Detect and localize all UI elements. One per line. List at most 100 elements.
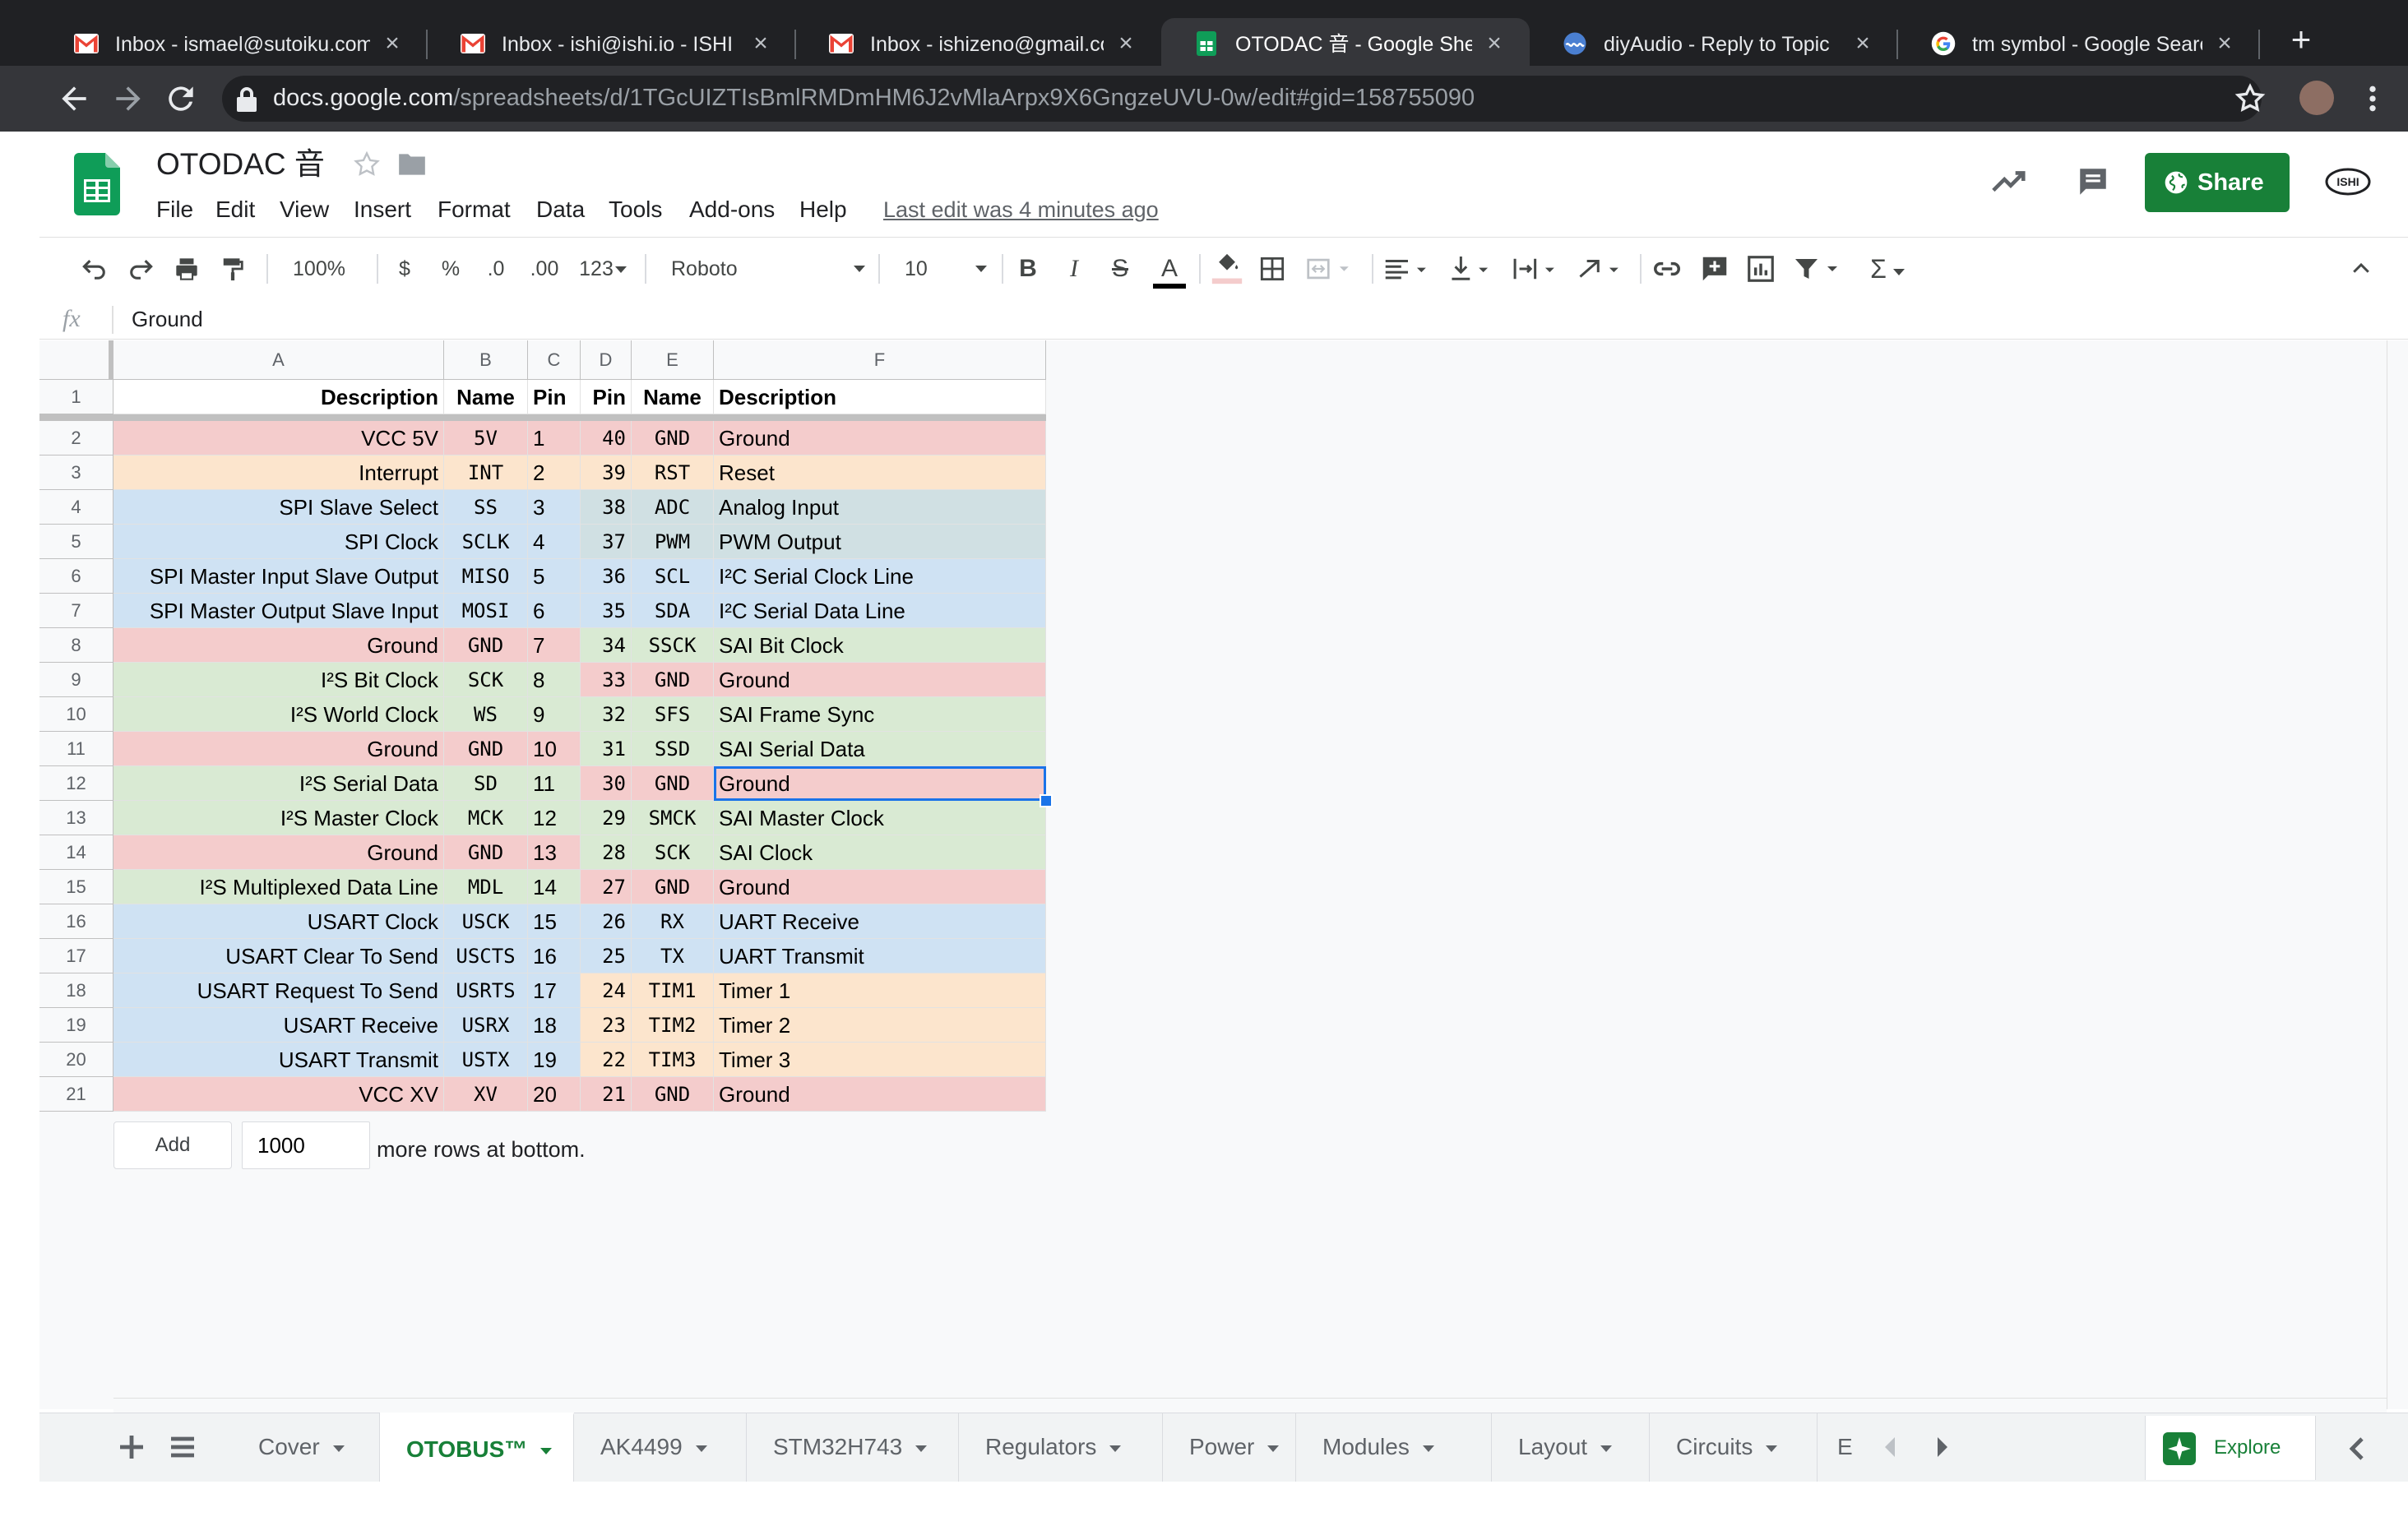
cell[interactable]: 1 (528, 421, 581, 455)
column-header-a[interactable]: A (113, 340, 444, 380)
header-cell[interactable]: Pin (581, 380, 632, 414)
cell[interactable]: MISO (444, 559, 528, 594)
cell[interactable]: 20 (528, 1077, 581, 1112)
row-header[interactable]: 7 (39, 594, 113, 628)
cell[interactable]: 30 (581, 766, 632, 801)
cell[interactable]: 11 (528, 766, 581, 801)
cell[interactable]: 34 (581, 628, 632, 663)
cell[interactable]: 3 (528, 490, 581, 525)
cell[interactable]: SS (444, 490, 528, 525)
row-header[interactable]: 8 (39, 628, 113, 663)
chevron-down-icon[interactable] (1267, 1445, 1280, 1452)
cell[interactable]: 23 (581, 1008, 632, 1043)
text-color-button[interactable]: A (1151, 238, 1188, 300)
close-tab-icon[interactable]: × (747, 30, 775, 58)
cell[interactable]: SCL (632, 559, 714, 594)
cell[interactable]: 21 (581, 1077, 632, 1112)
cell[interactable]: Reset (714, 455, 1046, 490)
merge-cells-icon[interactable] (1306, 238, 1359, 300)
cell[interactable]: 8 (528, 663, 581, 697)
cell[interactable]: 10 (528, 732, 581, 766)
cell[interactable]: USART Clock (113, 904, 444, 939)
cell[interactable]: 27 (581, 870, 632, 904)
cell[interactable]: RX (632, 904, 714, 939)
sheet-tab[interactable]: STM32H743 (747, 1413, 959, 1482)
cell[interactable]: MOSI (444, 594, 528, 628)
column-header-c[interactable]: C (528, 340, 581, 380)
cell[interactable]: Timer 2 (714, 1008, 1046, 1043)
cell[interactable]: MDL (444, 870, 528, 904)
insert-chart-icon[interactable] (1745, 238, 1781, 300)
column-header-b[interactable]: B (444, 340, 528, 380)
cell[interactable]: PWM (632, 525, 714, 559)
cell[interactable]: 16 (528, 939, 581, 973)
zoom-select[interactable]: 100% (278, 238, 360, 336)
vertical-scrollbar[interactable] (2387, 340, 2408, 1409)
cell[interactable]: SMCK (632, 801, 714, 835)
add-sheet-icon[interactable] (115, 1429, 148, 1465)
menu-insert[interactable]: Insert (354, 194, 411, 225)
cell[interactable]: TX (632, 939, 714, 973)
url-text[interactable]: docs.google.com/spreadsheets/d/1TGcUIZTI… (273, 79, 1475, 117)
menu-tools[interactable]: Tools (609, 194, 662, 225)
cell[interactable]: Timer 3 (714, 1043, 1046, 1077)
cell[interactable]: SAI Serial Data (714, 732, 1046, 766)
cell[interactable]: Ground (113, 732, 444, 766)
cell[interactable]: 4 (528, 525, 581, 559)
close-tab-icon[interactable]: × (1480, 30, 1508, 58)
profile-avatar[interactable] (2299, 81, 2334, 115)
cell[interactable]: 25 (581, 939, 632, 973)
cell[interactable]: GND (444, 835, 528, 870)
cell[interactable]: GND (632, 766, 714, 801)
chrome-menu-icon[interactable] (2360, 82, 2385, 115)
cell[interactable]: Ground (113, 628, 444, 663)
cell[interactable]: SAI Frame Sync (714, 697, 1046, 732)
filter-icon[interactable] (1793, 238, 1850, 300)
cell[interactable]: SAI Bit Clock (714, 628, 1046, 663)
chevron-down-icon[interactable] (915, 1445, 928, 1452)
cell[interactable]: USTX (444, 1043, 528, 1077)
cell[interactable]: USRTS (444, 973, 528, 1008)
cell[interactable]: WS (444, 697, 528, 732)
row-header[interactable]: 2 (39, 421, 113, 455)
menu-help[interactable]: Help (799, 194, 847, 225)
cell[interactable]: GND (444, 732, 528, 766)
row-header[interactable]: 11 (39, 732, 113, 766)
more-formats-select[interactable]: 123 (574, 238, 632, 300)
header-cell[interactable]: Description (714, 380, 1046, 414)
reload-icon[interactable] (163, 81, 199, 117)
cell[interactable]: TIM3 (632, 1043, 714, 1077)
cell[interactable]: USART Receive (113, 1008, 444, 1043)
cell[interactable]: UART Receive (714, 904, 1046, 939)
cell[interactable]: 33 (581, 663, 632, 697)
menu-data[interactable]: Data (536, 194, 585, 225)
cell[interactable]: SPI Clock (113, 525, 444, 559)
redo-icon[interactable] (127, 238, 160, 300)
cell[interactable]: 39 (581, 455, 632, 490)
cell[interactable]: TIM1 (632, 973, 714, 1008)
cell[interactable]: Ground (113, 835, 444, 870)
cell[interactable]: SAI Master Clock (714, 801, 1046, 835)
cell[interactable]: USART Request To Send (113, 973, 444, 1008)
currency-format-button[interactable]: $ (388, 238, 421, 300)
cell[interactable]: 28 (581, 835, 632, 870)
cell[interactable]: XV (444, 1077, 528, 1112)
cell[interactable]: USCTS (444, 939, 528, 973)
fill-handle[interactable] (1040, 794, 1053, 807)
cell[interactable]: 31 (581, 732, 632, 766)
cell[interactable]: 18 (528, 1008, 581, 1043)
sheets-logo-icon[interactable] (74, 153, 120, 215)
cell[interactable]: 5V (444, 421, 528, 455)
cell[interactable]: MCK (444, 801, 528, 835)
font-select[interactable]: Roboto (671, 238, 868, 300)
cell[interactable]: USART Transmit (113, 1043, 444, 1077)
last-edit-link[interactable]: Last edit was 4 minutes ago (883, 194, 1159, 225)
print-icon[interactable] (173, 238, 206, 300)
vertical-align-icon[interactable] (1447, 238, 1500, 300)
cell[interactable]: INT (444, 455, 528, 490)
cell[interactable]: GND (632, 1077, 714, 1112)
cell[interactable]: I²S Multiplexed Data Line (113, 870, 444, 904)
cell[interactable]: Ground (714, 663, 1046, 697)
cell[interactable]: Ground (714, 1077, 1046, 1112)
cell[interactable]: SPI Master Output Slave Input (113, 594, 444, 628)
